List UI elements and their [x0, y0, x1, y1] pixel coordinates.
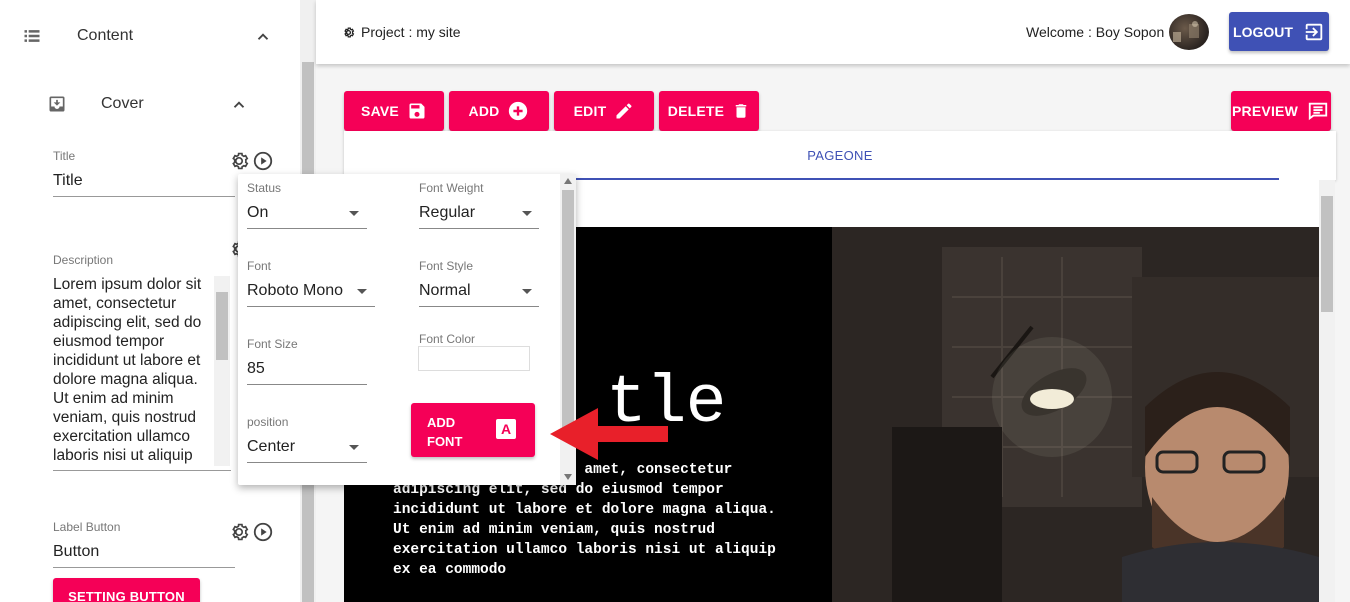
description-textarea[interactable]: Lorem ipsum dolor sit amet, consectetur … [53, 275, 231, 465]
cover-section-label: Cover [101, 95, 144, 112]
logout-button[interactable]: LOGOUT [1229, 12, 1329, 51]
font-label: Font [247, 259, 272, 273]
label-button-field-label: Label Button [53, 520, 121, 534]
delete-label: DELETE [667, 103, 725, 119]
position-select[interactable]: Center [247, 438, 295, 456]
list-icon [24, 30, 40, 42]
floppy-disk-icon [409, 103, 425, 119]
status-label: Status [247, 181, 282, 195]
caret-down-icon[interactable] [522, 289, 532, 294]
font-underline [247, 306, 375, 307]
exit-icon [1305, 23, 1323, 40]
avatar[interactable] [1169, 14, 1209, 50]
font-style-underline [419, 306, 539, 307]
cover-photo [832, 227, 1319, 602]
inbox-download-icon [49, 96, 65, 112]
label-button-underline [53, 567, 235, 568]
font-color-input[interactable] [418, 346, 530, 371]
preview-button[interactable]: PREVIEW [1231, 91, 1331, 131]
setting-button[interactable]: SETTING BUTTON [53, 578, 200, 602]
font-style-select[interactable]: Normal [419, 282, 471, 300]
caret-down-icon[interactable] [349, 211, 359, 216]
message-icon [1308, 102, 1328, 121]
font-size-underline [247, 384, 367, 385]
description-underline [53, 470, 231, 471]
font-weight-select[interactable]: Regular [419, 204, 475, 222]
label-button-input[interactable]: Button [53, 543, 99, 561]
play-circle-icon[interactable] [252, 150, 274, 172]
edit-label: EDIT [573, 103, 607, 119]
status-select[interactable]: On [247, 204, 268, 222]
scroll-up-icon[interactable] [564, 178, 572, 184]
font-select[interactable]: Roboto Mono [247, 282, 343, 300]
scroll-down-icon[interactable] [564, 474, 572, 480]
top-bar: Project : my site Welcome : Boy Sopon LO… [316, 0, 1350, 64]
project-indicator: Project : my site [342, 24, 461, 40]
add-label: ADD [468, 103, 500, 119]
font-weight-underline [419, 228, 539, 229]
caret-down-icon[interactable] [357, 289, 367, 294]
position-underline [247, 462, 367, 463]
font-size-label: Font Size [247, 337, 298, 351]
trash-icon [735, 104, 747, 118]
preview-scrollbar[interactable] [1319, 180, 1335, 602]
add-font-button[interactable]: ADD FONT A [411, 403, 535, 457]
preview-label: PREVIEW [1232, 103, 1298, 119]
gear-icon [344, 26, 355, 38]
tab-pageone[interactable]: PAGEONE [344, 148, 1336, 163]
font-color-label: Font Color [419, 332, 476, 346]
gear-icon[interactable] [228, 521, 250, 543]
welcome-label: Welcome : Boy Sopon [1026, 24, 1165, 40]
description-field-label: Description [53, 253, 114, 267]
font-size-input[interactable]: 85 [247, 360, 265, 378]
gear-icon[interactable] [228, 150, 250, 172]
title-underline [53, 196, 235, 197]
title-input[interactable]: Title [53, 172, 83, 190]
cover-section-header[interactable]: Cover [47, 94, 144, 114]
annotation-arrow-icon [550, 408, 668, 460]
font-icon: A [496, 419, 516, 439]
description-scrollbar[interactable] [214, 276, 230, 466]
title-field-label: Title [53, 149, 76, 163]
caret-down-icon[interactable] [349, 445, 359, 450]
delete-button[interactable]: DELETE [659, 91, 759, 131]
project-label: Project : my site [361, 24, 461, 40]
save-label: SAVE [361, 103, 399, 119]
chevron-up-icon[interactable] [230, 96, 248, 114]
font-settings-popup: Status On Font Weight Regular Font Robot… [238, 174, 576, 485]
chevron-up-icon[interactable] [254, 28, 272, 46]
font-style-label: Font Style [419, 259, 474, 273]
status-underline [247, 228, 367, 229]
font-weight-label: Font Weight [419, 181, 484, 195]
edit-button[interactable]: EDIT [554, 91, 654, 131]
page-tabs: PAGEONE [344, 131, 1336, 180]
save-button[interactable]: SAVE [344, 91, 444, 131]
position-label: position [247, 415, 289, 429]
content-section-label: Content [77, 27, 134, 44]
content-section-header[interactable]: Content [22, 26, 133, 46]
logout-label: LOGOUT [1233, 23, 1293, 40]
plus-circle-icon [509, 101, 528, 121]
play-circle-icon[interactable] [252, 521, 274, 543]
caret-down-icon[interactable] [522, 211, 532, 216]
add-button[interactable]: ADD [449, 91, 549, 131]
pencil-icon [616, 103, 632, 119]
cover-image[interactable] [832, 227, 1319, 602]
add-font-label: ADD FONT [427, 415, 463, 449]
